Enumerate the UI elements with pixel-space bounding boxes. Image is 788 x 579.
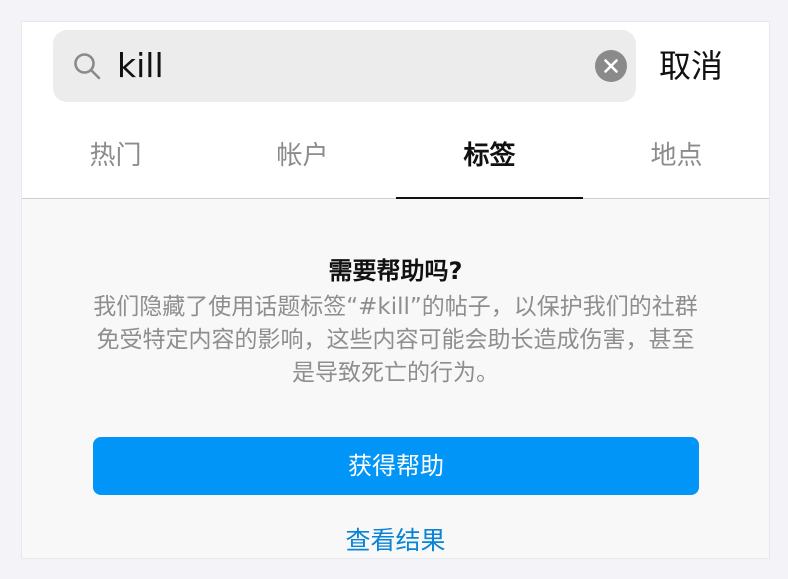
- notice-title: 需要帮助吗?: [328, 257, 463, 285]
- cancel-button[interactable]: 取消: [659, 30, 723, 102]
- search-bar-row: 取消: [22, 22, 769, 122]
- search-icon: [73, 52, 101, 80]
- tab-places[interactable]: 地点: [583, 122, 769, 198]
- search-box[interactable]: [53, 30, 636, 102]
- tab-accounts[interactable]: 帐户: [209, 122, 396, 198]
- notice-body: 我们隐藏了使用话题标签“#kill”的帖子，以保护我们的社群免受特定内容的影响，…: [93, 294, 698, 386]
- tab-tags[interactable]: 标签: [396, 122, 583, 199]
- get-help-button[interactable]: 获得帮助: [93, 437, 699, 495]
- search-tabs: 热门 帐户 标签 地点: [22, 122, 769, 199]
- hidden-results-notice: 需要帮助吗? 我们隐藏了使用话题标签“#kill”的帖子，以保护我们的社群免受特…: [22, 199, 769, 558]
- clear-search-icon[interactable]: [595, 50, 627, 82]
- tab-top[interactable]: 热门: [22, 122, 209, 198]
- search-input[interactable]: [117, 30, 587, 102]
- search-panel: 取消 热门 帐户 标签 地点 需要帮助吗? 我们隐藏了使用话题标签“#kill”…: [22, 22, 769, 558]
- see-results-link[interactable]: 查看结果: [22, 521, 769, 557]
